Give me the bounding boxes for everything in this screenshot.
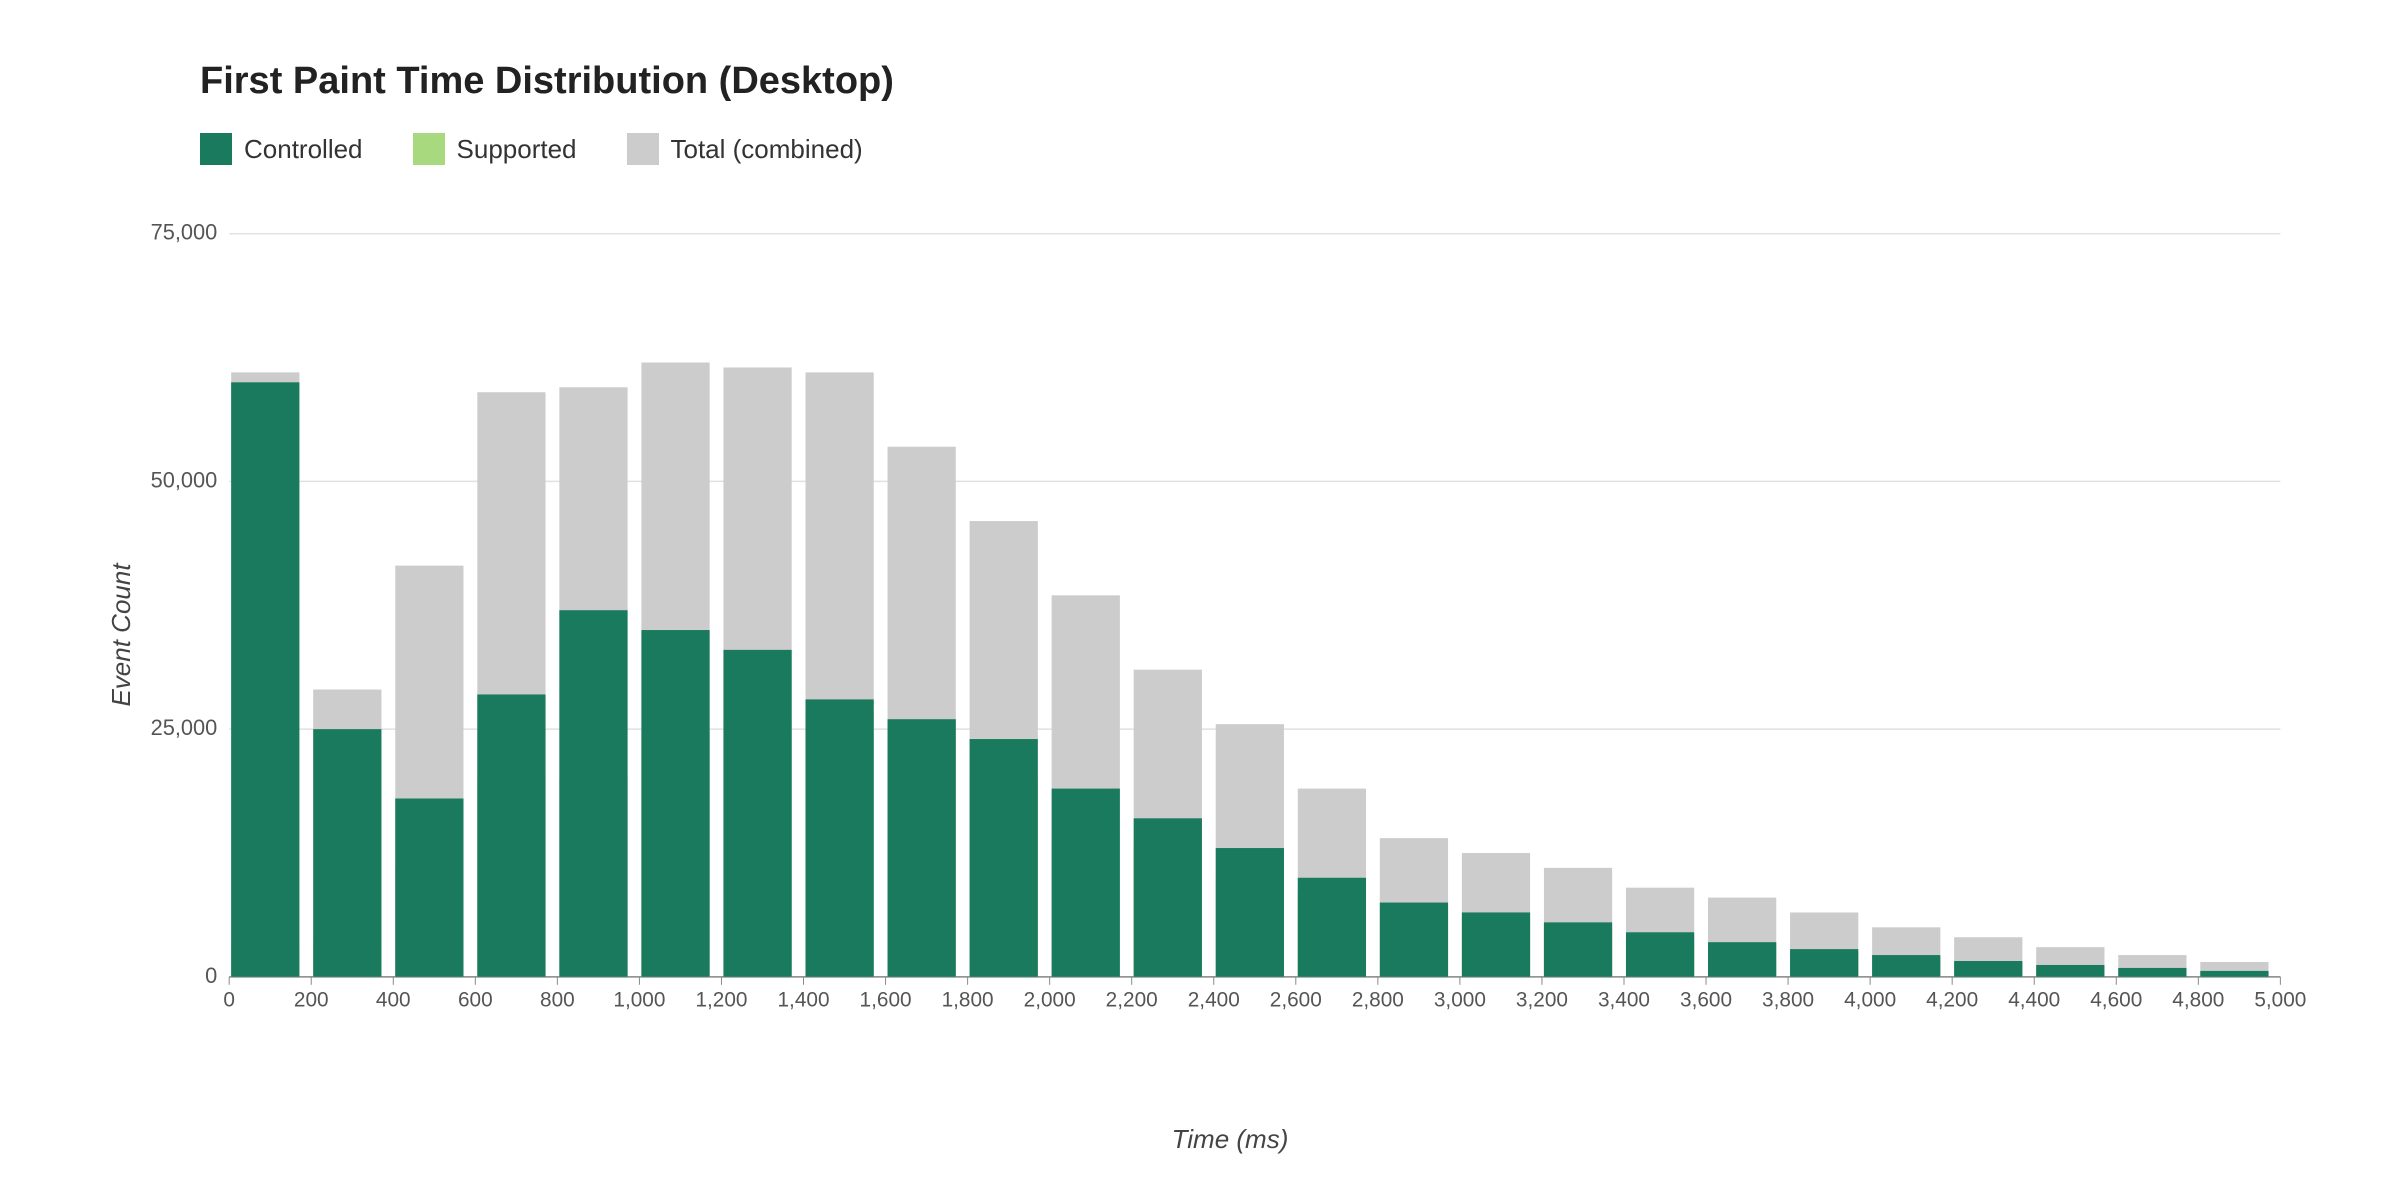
svg-text:2,600: 2,600 [1270, 989, 1322, 1012]
legend-item-total: Total (combined) [627, 133, 863, 165]
legend-item-controlled: Controlled [200, 133, 363, 165]
chart-svg: 0 25,000 50,000 75,000 0 200 400 600 800 1,000 1,2… [140, 205, 2320, 1065]
svg-text:75,000: 75,000 [151, 220, 218, 245]
svg-text:400: 400 [376, 989, 411, 1012]
svg-text:2,400: 2,400 [1188, 989, 1240, 1012]
chart-area: Event Count Time (ms) 025,00050,00075,00… [140, 205, 2320, 1065]
svg-text:200: 200 [294, 989, 329, 1012]
svg-text:2,800: 2,800 [1352, 989, 1404, 1012]
svg-text:5,000: 5,000 [2254, 989, 2306, 1012]
svg-text:4,800: 4,800 [2172, 989, 2224, 1012]
svg-text:50,000: 50,000 [151, 467, 218, 492]
svg-text:4,200: 4,200 [1926, 989, 1978, 1012]
x-axis-label: Time (ms) [1172, 1124, 1289, 1155]
svg-text:4,000: 4,000 [1844, 989, 1896, 1012]
svg-text:1,200: 1,200 [695, 989, 747, 1012]
svg-text:1,400: 1,400 [777, 989, 829, 1012]
svg-text:3,800: 3,800 [1762, 989, 1814, 1012]
svg-text:2,000: 2,000 [1024, 989, 1076, 1012]
svg-text:1,000: 1,000 [613, 989, 665, 1012]
svg-text:0: 0 [223, 989, 235, 1012]
legend-swatch-controlled [200, 133, 232, 165]
legend-label-supported: Supported [457, 134, 577, 165]
svg-text:25,000: 25,000 [151, 715, 218, 740]
svg-text:3,000: 3,000 [1434, 989, 1486, 1012]
svg-text:800: 800 [540, 989, 575, 1012]
chart-container: First Paint Time Distribution (Desktop) … [0, 0, 2400, 1200]
legend-label-total: Total (combined) [671, 134, 863, 165]
legend-swatch-total [627, 133, 659, 165]
y-axis-label: Event Count [106, 563, 137, 706]
svg-text:0: 0 [205, 963, 217, 988]
legend-swatch-supported [413, 133, 445, 165]
svg-text:600: 600 [458, 989, 493, 1012]
svg-text:3,200: 3,200 [1516, 989, 1568, 1012]
svg-text:3,600: 3,600 [1680, 989, 1732, 1012]
legend-label-controlled: Controlled [244, 134, 363, 165]
legend-item-supported: Supported [413, 133, 577, 165]
svg-text:4,400: 4,400 [2008, 989, 2060, 1012]
svg-text:1,600: 1,600 [860, 989, 912, 1012]
svg-text:2,200: 2,200 [1106, 989, 1158, 1012]
svg-text:4,600: 4,600 [2090, 989, 2142, 1012]
chart-legend: Controlled Supported Total (combined) [200, 133, 2320, 165]
svg-text:1,800: 1,800 [942, 989, 994, 1012]
chart-title: First Paint Time Distribution (Desktop) [200, 60, 2320, 103]
svg-text:3,400: 3,400 [1598, 989, 1650, 1012]
